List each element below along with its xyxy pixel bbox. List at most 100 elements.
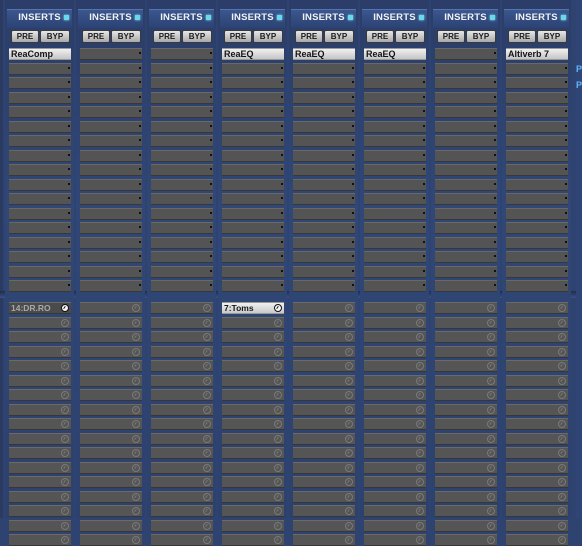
insert-slot-empty[interactable]: [364, 280, 426, 292]
insert-slot-empty[interactable]: [364, 149, 426, 162]
send-slot-empty[interactable]: [80, 389, 142, 401]
insert-slot-empty[interactable]: [435, 149, 497, 162]
send-level-knob-icon[interactable]: [61, 463, 69, 472]
send-slot-empty[interactable]: [9, 316, 71, 329]
send-level-knob-icon[interactable]: [274, 507, 282, 515]
insert-slot-empty[interactable]: [364, 120, 426, 133]
insert-slot-empty[interactable]: [222, 222, 284, 234]
send-slot-empty[interactable]: [506, 331, 568, 343]
send-slot-empty[interactable]: [80, 447, 142, 459]
send-slot-empty[interactable]: [151, 302, 213, 314]
send-level-knob-icon[interactable]: [416, 507, 424, 515]
pre-button[interactable]: PRE: [224, 30, 252, 43]
send-slot-empty[interactable]: [364, 302, 426, 314]
send-level-knob-icon[interactable]: [132, 304, 140, 312]
send-level-knob-icon[interactable]: [416, 333, 424, 341]
insert-slot-empty[interactable]: [9, 178, 71, 191]
insert-slot-empty[interactable]: [293, 149, 355, 162]
send-level-knob-icon[interactable]: [487, 478, 495, 486]
send-level-knob-icon[interactable]: [345, 362, 353, 370]
insert-slot-empty[interactable]: [364, 222, 426, 234]
send-slot-empty[interactable]: [222, 403, 284, 416]
send-level-knob-icon[interactable]: [132, 536, 140, 544]
send-level-knob-icon[interactable]: [487, 420, 495, 428]
send-slot-empty[interactable]: [151, 360, 213, 372]
send-level-knob-icon[interactable]: [61, 304, 69, 312]
insert-slot-empty[interactable]: [222, 77, 284, 89]
send-level-knob-icon[interactable]: [274, 434, 282, 443]
send-level-knob-icon[interactable]: [132, 521, 140, 530]
send-level-knob-icon[interactable]: [487, 492, 495, 501]
insert-slot-empty[interactable]: [506, 164, 568, 176]
send-slot-empty[interactable]: [364, 476, 426, 488]
send-level-knob-icon[interactable]: [132, 420, 140, 428]
insert-slot-empty[interactable]: [506, 149, 568, 162]
insert-slot-empty[interactable]: [293, 106, 355, 118]
send-level-knob-icon[interactable]: [274, 536, 282, 544]
send-slot-empty[interactable]: [222, 345, 284, 358]
send-slot-empty[interactable]: [80, 316, 142, 329]
send-level-knob-icon[interactable]: [345, 478, 353, 486]
insert-slot-empty[interactable]: [293, 91, 355, 104]
send-slot-empty[interactable]: [435, 331, 497, 343]
send-slot-empty[interactable]: [222, 432, 284, 445]
send-level-knob-icon[interactable]: [132, 347, 140, 356]
insert-slot-empty[interactable]: [293, 222, 355, 234]
pre-button[interactable]: PRE: [366, 30, 394, 43]
send-slot-empty[interactable]: [506, 389, 568, 401]
send-level-knob-icon[interactable]: [61, 420, 69, 428]
send-slot-empty[interactable]: [151, 534, 213, 546]
insert-slot-empty[interactable]: [151, 265, 213, 278]
send-slot-empty[interactable]: [364, 389, 426, 401]
send-level-knob-icon[interactable]: [203, 304, 211, 312]
send-level-knob-icon[interactable]: [416, 420, 424, 428]
send-level-knob-icon[interactable]: [132, 333, 140, 341]
insert-slot-empty[interactable]: [364, 236, 426, 249]
bypass-button[interactable]: BYP: [40, 30, 70, 43]
insert-slot-empty[interactable]: [364, 178, 426, 191]
send-slot-empty[interactable]: [506, 316, 568, 329]
send-level-knob-icon[interactable]: [487, 304, 495, 312]
insert-slot-empty[interactable]: [364, 135, 426, 147]
insert-slot-empty[interactable]: [80, 164, 142, 176]
send-level-knob-icon[interactable]: [61, 405, 69, 414]
send-level-knob-icon[interactable]: [203, 420, 211, 428]
send-level-knob-icon[interactable]: [487, 463, 495, 472]
send-level-knob-icon[interactable]: [345, 507, 353, 515]
send-level-knob-icon[interactable]: [345, 434, 353, 443]
send-slot-empty[interactable]: [222, 374, 284, 387]
send-slot-empty[interactable]: [435, 418, 497, 430]
send-slot-empty[interactable]: [9, 447, 71, 459]
send-level-knob-icon[interactable]: [487, 376, 495, 385]
send-slot-empty[interactable]: [506, 447, 568, 459]
insert-slot-empty[interactable]: [435, 48, 497, 60]
send-slot-empty[interactable]: [506, 534, 568, 546]
insert-slot-empty[interactable]: [80, 91, 142, 104]
send-level-knob-icon[interactable]: [61, 478, 69, 486]
send-slot-empty[interactable]: [293, 461, 355, 474]
send-level-knob-icon[interactable]: [203, 449, 211, 457]
send-level-knob-icon[interactable]: [274, 347, 282, 356]
pre-button[interactable]: PRE: [11, 30, 39, 43]
insert-slot-plugin[interactable]: ReaEQ: [222, 48, 284, 60]
insert-slot-empty[interactable]: [506, 207, 568, 220]
send-level-knob-icon[interactable]: [558, 420, 566, 428]
insert-slot-empty[interactable]: [293, 236, 355, 249]
insert-slot-empty[interactable]: [435, 164, 497, 176]
insert-slot-empty[interactable]: [9, 265, 71, 278]
insert-slot-empty[interactable]: [80, 135, 142, 147]
send-level-knob-icon[interactable]: [558, 434, 566, 443]
send-level-knob-icon[interactable]: [203, 492, 211, 501]
send-slot-empty[interactable]: [293, 432, 355, 445]
send-slot-empty[interactable]: [151, 345, 213, 358]
send-slot-empty[interactable]: [435, 403, 497, 416]
send-level-knob-icon[interactable]: [558, 478, 566, 486]
send-level-knob-icon[interactable]: [203, 536, 211, 544]
send-slot-empty[interactable]: [151, 418, 213, 430]
insert-slot-empty[interactable]: [151, 193, 213, 205]
insert-slot-empty[interactable]: [506, 62, 568, 75]
send-slot-empty[interactable]: [435, 432, 497, 445]
send-level-knob-icon[interactable]: [416, 463, 424, 472]
send-level-knob-icon[interactable]: [274, 420, 282, 428]
insert-slot-empty[interactable]: [435, 207, 497, 220]
